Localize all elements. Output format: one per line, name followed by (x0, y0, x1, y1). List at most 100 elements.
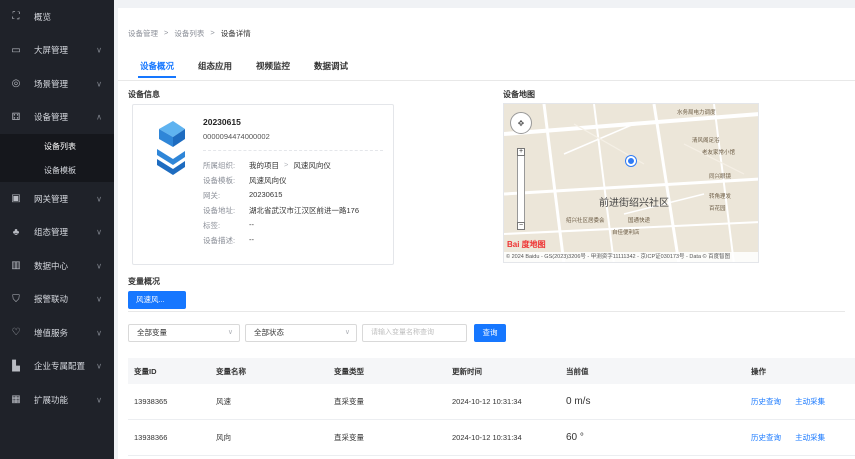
breadcrumb-item[interactable]: 设备管理 (128, 28, 158, 39)
chevron-down-icon: ∨ (96, 395, 102, 405)
map-poi: 老友家常小馆 (702, 150, 736, 156)
main-content: 设备管理 > 设备列表 > 设备详情 设备概况 组态应用 视频监控 数据调试 设… (118, 8, 855, 459)
breadcrumb-current: 设备详情 (220, 29, 251, 38)
cell-type: 直采变量 (334, 433, 364, 442)
sidebar-item-label: 大屏管理 (34, 45, 69, 56)
cell-name: 风向 (216, 433, 231, 442)
field-value: 我的项目 (249, 161, 279, 170)
chevron-down-icon: ∨ (96, 328, 102, 338)
map-poi: 绍兴社区居委会 (566, 218, 605, 224)
sidebar-item-label: 扩展功能 (34, 394, 69, 405)
sidebar-item-label: 报警联动 (34, 294, 69, 305)
sidebar-item-alarm[interactable]: ⛉ 报警联动 ∨ (0, 283, 114, 317)
chevron-down-icon: ∨ (96, 294, 102, 304)
chevron-down-icon: ∨ (344, 329, 350, 336)
sidebar-item-data[interactable]: ▥ 数据中心 ∨ (0, 249, 114, 283)
device-field-desc: 设备描述: -- (203, 235, 254, 246)
history-query-link[interactable]: 历史查询 (751, 433, 781, 442)
cell-time: 2024-10-12 10:31:34 (452, 397, 522, 406)
sidebar-item-label: 场景管理 (34, 78, 69, 89)
zoom-in-icon[interactable]: + (517, 148, 525, 156)
config-icon: ♣ (12, 226, 20, 238)
breadcrumb-item[interactable]: 设备列表 (174, 28, 204, 39)
column-header: 当前值 (566, 366, 589, 376)
map-area-label: 前进街绍兴社区 (599, 198, 669, 209)
sidebar-item-screen[interactable]: ▭ 大屏管理 ∨ (0, 34, 114, 68)
map-poi: 百花园 (709, 206, 726, 212)
sidebar-item-label: 设备管理 (34, 112, 69, 123)
tab-data-debug[interactable]: 数据调试 (302, 58, 360, 82)
sidebar-item-label: 组态管理 (34, 227, 69, 238)
variable-type-select[interactable]: 全部变量 ∨ (128, 324, 240, 342)
field-value: -- (249, 235, 254, 244)
sidebar-item-config[interactable]: ♣ 组态管理 ∨ (0, 216, 114, 250)
top-strip (114, 0, 855, 6)
device-field-template: 设备模板: 风速风向仪 (203, 175, 287, 186)
field-value: 20230615 (249, 190, 283, 199)
gateway-icon: ▣ (11, 193, 21, 205)
sidebar-item-service[interactable]: ♡ 增值服务 ∨ (0, 316, 114, 350)
variable-search-input[interactable]: 请输入变量名称查询 (362, 324, 467, 342)
select-value: 全部变量 (137, 328, 167, 337)
device-map[interactable]: ✥ + − 水务局电力调度 清风阁足浴 老友家常小馆 同兴眼镜 转角理发 百花园… (503, 103, 759, 263)
tab-bar: 设备概况 组态应用 视频监控 数据调试 (128, 58, 360, 82)
alarm-icon: ⛉ (12, 293, 20, 305)
map-pan-control[interactable]: ✥ (510, 112, 532, 134)
map-poi: 国通快递 (628, 218, 651, 224)
device-cube-icon (157, 121, 185, 175)
device-field-gateway: 网关: 20230615 (203, 190, 282, 201)
sidebar-subitem-device-list[interactable]: 设备列表 (0, 134, 114, 158)
sidebar-item-enterprise[interactable]: ▙ 企业专属配置 ∨ (0, 350, 114, 384)
column-header: 变量ID (134, 366, 157, 376)
active-collect-link[interactable]: 主动采集 (795, 433, 825, 442)
field-key: 网关: (203, 191, 221, 200)
device-location-marker[interactable] (626, 156, 636, 166)
field-value: 湖北省武汉市江汉区前进一路176 (249, 206, 360, 215)
extend-icon: ▦ (11, 394, 21, 406)
tab-device-overview[interactable]: 设备概况 (128, 58, 186, 82)
scene-icon: ◎ (11, 78, 21, 90)
active-collect-link[interactable]: 主动采集 (795, 397, 825, 406)
sidebar-subitem-device-template[interactable]: 设备模板 (0, 158, 114, 182)
map-poi: 同兴眼镜 (709, 174, 732, 180)
column-header: 变量类型 (334, 366, 364, 376)
sidebar-item-scene[interactable]: ◎ 场景管理 ∨ (0, 67, 114, 101)
device-field-address: 设备地址: 湖北省武汉市江汉区前进一路176 (203, 205, 359, 216)
table-header: 变量ID 变量名称 变量类型 更新时间 当前值 操作 (128, 358, 855, 384)
select-value: 全部状态 (254, 328, 284, 337)
sidebar-item-label: 数据中心 (34, 260, 69, 271)
sidebar-item-label: 增值服务 (34, 327, 69, 338)
cell-actions: 历史查询 主动采集 (745, 432, 855, 443)
map-poi: 自佳便利店 (612, 230, 640, 236)
screen-icon: ▭ (11, 44, 21, 56)
map-zoom-slider[interactable]: + − (517, 148, 525, 230)
chevron-down-icon: ∨ (96, 45, 102, 55)
tab-config-app[interactable]: 组态应用 (186, 58, 244, 82)
chevron-up-icon: ∧ (96, 112, 102, 122)
cell-id: 13938366 (134, 433, 168, 442)
history-query-link[interactable]: 历史查询 (751, 397, 781, 406)
sidebar-item-overview[interactable]: ⛶ 概览 (0, 0, 114, 34)
cell-time: 2024-10-12 10:31:34 (452, 433, 522, 442)
zoom-out-icon[interactable]: − (517, 222, 525, 230)
sidebar-item-device[interactable]: ⚃ 设备管理 ∧ (0, 101, 114, 135)
sidebar-item-gateway[interactable]: ▣ 网关管理 ∨ (0, 182, 114, 216)
column-header: 操作 (751, 366, 766, 376)
device-id: 0000094474000002 (203, 132, 270, 141)
device-icon: ⚃ (11, 111, 21, 123)
sidebar-item-extend[interactable]: ▦ 扩展功能 ∨ (0, 383, 114, 417)
baidu-map-logo: Bai 度地图 (507, 240, 546, 249)
variable-group-tab[interactable]: 风速风... (128, 291, 186, 309)
column-header: 变量名称 (216, 366, 246, 376)
query-button[interactable]: 查询 (474, 324, 506, 342)
map-poi: 转角理发 (709, 194, 732, 200)
tab-video-monitor[interactable]: 视频监控 (244, 58, 302, 82)
tab-divider (118, 80, 855, 81)
sidebar-item-label: 概览 (34, 11, 52, 22)
variable-status-select[interactable]: 全部状态 ∨ (245, 324, 357, 342)
chevron-down-icon: ∨ (96, 361, 102, 371)
chevron-down-icon: ∨ (96, 227, 102, 237)
cell-name: 风速 (216, 397, 231, 406)
breadcrumb-separator: > (210, 28, 215, 37)
device-divider (203, 150, 383, 151)
